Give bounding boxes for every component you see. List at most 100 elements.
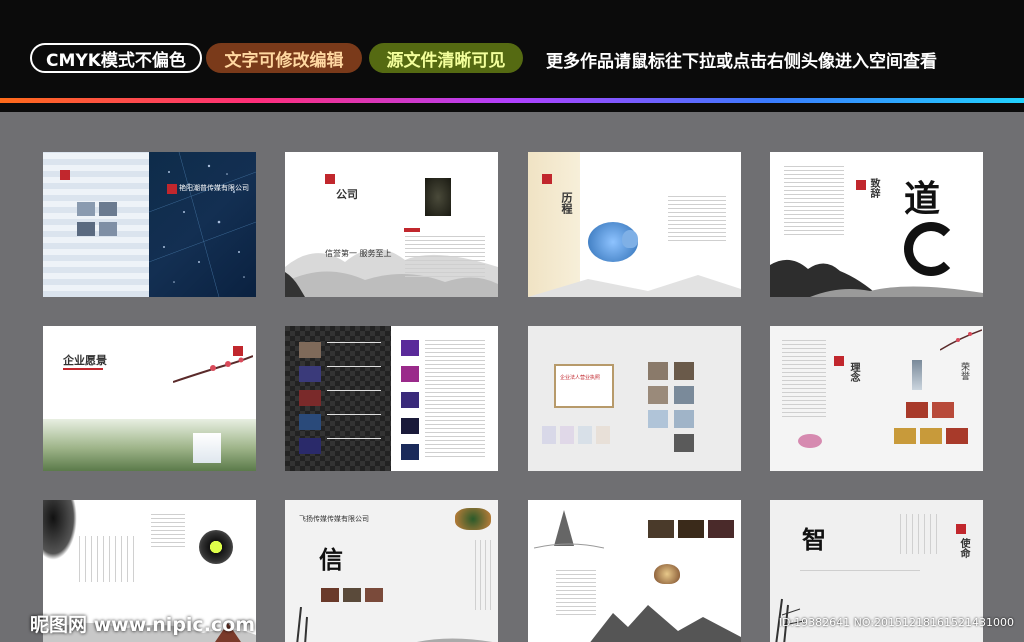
- certificate-thumb: [946, 428, 968, 444]
- star-pattern: [148, 152, 256, 297]
- page-heading: 理念: [848, 362, 859, 382]
- cover-company-name: 艳阳潮普传媒有限公司: [179, 184, 249, 192]
- photo-thumb: [674, 434, 694, 452]
- body-text-lines: [327, 342, 381, 454]
- calligraphy-character: 信: [319, 546, 343, 574]
- business-license-frame: 企业法人营业执照: [554, 364, 614, 408]
- thumbnail-philosophy-page[interactable]: 理念 荣誉: [770, 326, 983, 471]
- logo-seal: [325, 174, 335, 184]
- waterfall-landscape-art: [43, 419, 256, 471]
- honor-label: 荣誉: [959, 362, 969, 380]
- thumbnail-cover[interactable]: 艳阳潮普传媒有限公司: [43, 152, 256, 297]
- photo-thumb: [299, 366, 321, 382]
- bronze-ding-icon: [425, 178, 451, 216]
- teapot-art: [455, 508, 491, 530]
- photo-thumb: [648, 410, 668, 428]
- body-text-lines: [425, 340, 485, 460]
- logo-seal: [167, 184, 177, 194]
- calligraphy-character: 智: [802, 526, 826, 554]
- thumbnail-cooperation-page[interactable]: [528, 500, 741, 642]
- waterfall-art: [193, 433, 221, 463]
- sailboat-art: [534, 510, 604, 549]
- vertical-text-lines: [79, 536, 135, 582]
- license-title: 企业法人营业执照: [560, 375, 601, 381]
- certificate-thumb: [906, 402, 928, 418]
- company-name: 飞扬传媒传媒有限公司: [299, 515, 369, 523]
- photo-thumb: [674, 362, 694, 380]
- photo-thumb: [299, 390, 321, 406]
- nipic-watermark-id: ID:19382641 NO:20151218161521431000: [778, 616, 1014, 629]
- page-heading: 历程: [560, 192, 573, 214]
- lotus-flower-art: [798, 434, 822, 448]
- certificate-thumb: [920, 428, 942, 444]
- photo-thumb: [678, 520, 704, 538]
- certificate-thumb: [894, 428, 916, 444]
- ink-splash-art: [43, 500, 77, 560]
- thumbnail-credit-page[interactable]: 飞扬传媒传媒有限公司 信: [285, 500, 498, 642]
- body-text-lines: [800, 570, 920, 574]
- logo-seal: [856, 180, 866, 190]
- badge-editable: 文字可修改编辑: [206, 43, 362, 73]
- top-banner: CMYK模式不偏色 文字可修改编辑 源文件清晰可见 更多作品请鼠标往下拉或点击右…: [0, 0, 1024, 112]
- thumbnail-projects-page[interactable]: [285, 326, 498, 471]
- vertical-text-lines: [475, 540, 491, 610]
- ink-circle-art: [199, 530, 233, 564]
- photo-thumb: [401, 366, 419, 382]
- photo-thumb: [299, 342, 321, 358]
- rainbow-divider: [0, 98, 1024, 103]
- thumbnail-vision-page[interactable]: 企业愿景: [43, 326, 256, 471]
- thumbnail-history-page[interactable]: 历程: [528, 152, 741, 297]
- logo-seal: [542, 174, 552, 184]
- certificate-thumb: [542, 426, 556, 444]
- photo-thumb: [648, 362, 668, 380]
- nipic-watermark-logo: 昵图网 www.nipic.com: [30, 614, 256, 636]
- ink-mountain-art: [528, 275, 741, 297]
- ink-mountain-art: [590, 605, 741, 642]
- accent-bar: [63, 368, 103, 370]
- photo-thumb: [708, 520, 734, 538]
- page-heading: 致辞: [868, 178, 879, 198]
- thumbnail-license-page[interactable]: 企业法人营业执照: [528, 326, 741, 471]
- photo-thumb: [365, 588, 383, 602]
- photo-thumb: [674, 386, 694, 404]
- photo-thumb: [343, 588, 361, 602]
- photo-thumb: [77, 202, 95, 216]
- photo-thumb: [401, 392, 419, 408]
- photo-thumb: [321, 588, 339, 602]
- photo-thumb: [77, 222, 95, 236]
- badge-source: 源文件清晰可见: [369, 43, 523, 73]
- photo-thumb: [648, 386, 668, 404]
- lotus-flower-art: [622, 230, 638, 248]
- photo-thumb: [299, 414, 321, 430]
- page-heading: 公司: [336, 188, 358, 201]
- photo-thumb: [674, 410, 694, 428]
- photo-thumb: [299, 438, 321, 454]
- cover-left-panel: [43, 152, 149, 297]
- handshake-photo: [648, 520, 674, 538]
- certificate-thumb: [560, 426, 574, 444]
- canvas: CMYK模式不偏色 文字可修改编辑 源文件清晰可见 更多作品请鼠标往下拉或点击右…: [0, 0, 1024, 642]
- calligraphy-character: 道: [904, 179, 941, 220]
- logo-seal: [834, 356, 844, 366]
- photo-thumb: [401, 340, 419, 356]
- ink-mountain-art: [770, 259, 983, 297]
- logo-seal: [956, 524, 966, 534]
- logo-seal: [60, 170, 70, 180]
- body-text-lines: [668, 196, 726, 242]
- certificate-thumb: [932, 402, 954, 418]
- cover-right-panel: [148, 152, 256, 297]
- thumbnail-speech-page[interactable]: 致辞 道: [770, 152, 983, 297]
- body-text-lines: [782, 340, 826, 420]
- page-heading: 企业愿景: [63, 354, 107, 367]
- thumbnail-company-page[interactable]: 公司 信誉第一 服务至上: [285, 152, 498, 297]
- badge-cmyk: CMYK模式不偏色: [30, 43, 202, 73]
- certificate-thumb: [596, 426, 610, 444]
- body-text-lines: [405, 236, 485, 278]
- vertical-text-lines: [900, 514, 940, 554]
- photo-thumb: [401, 418, 419, 434]
- bamboo-art: [296, 607, 493, 642]
- plum-branch-art: [173, 355, 253, 383]
- plum-branch-art: [940, 329, 982, 351]
- body-text-lines: [784, 166, 844, 236]
- photo-thumb: [401, 444, 419, 460]
